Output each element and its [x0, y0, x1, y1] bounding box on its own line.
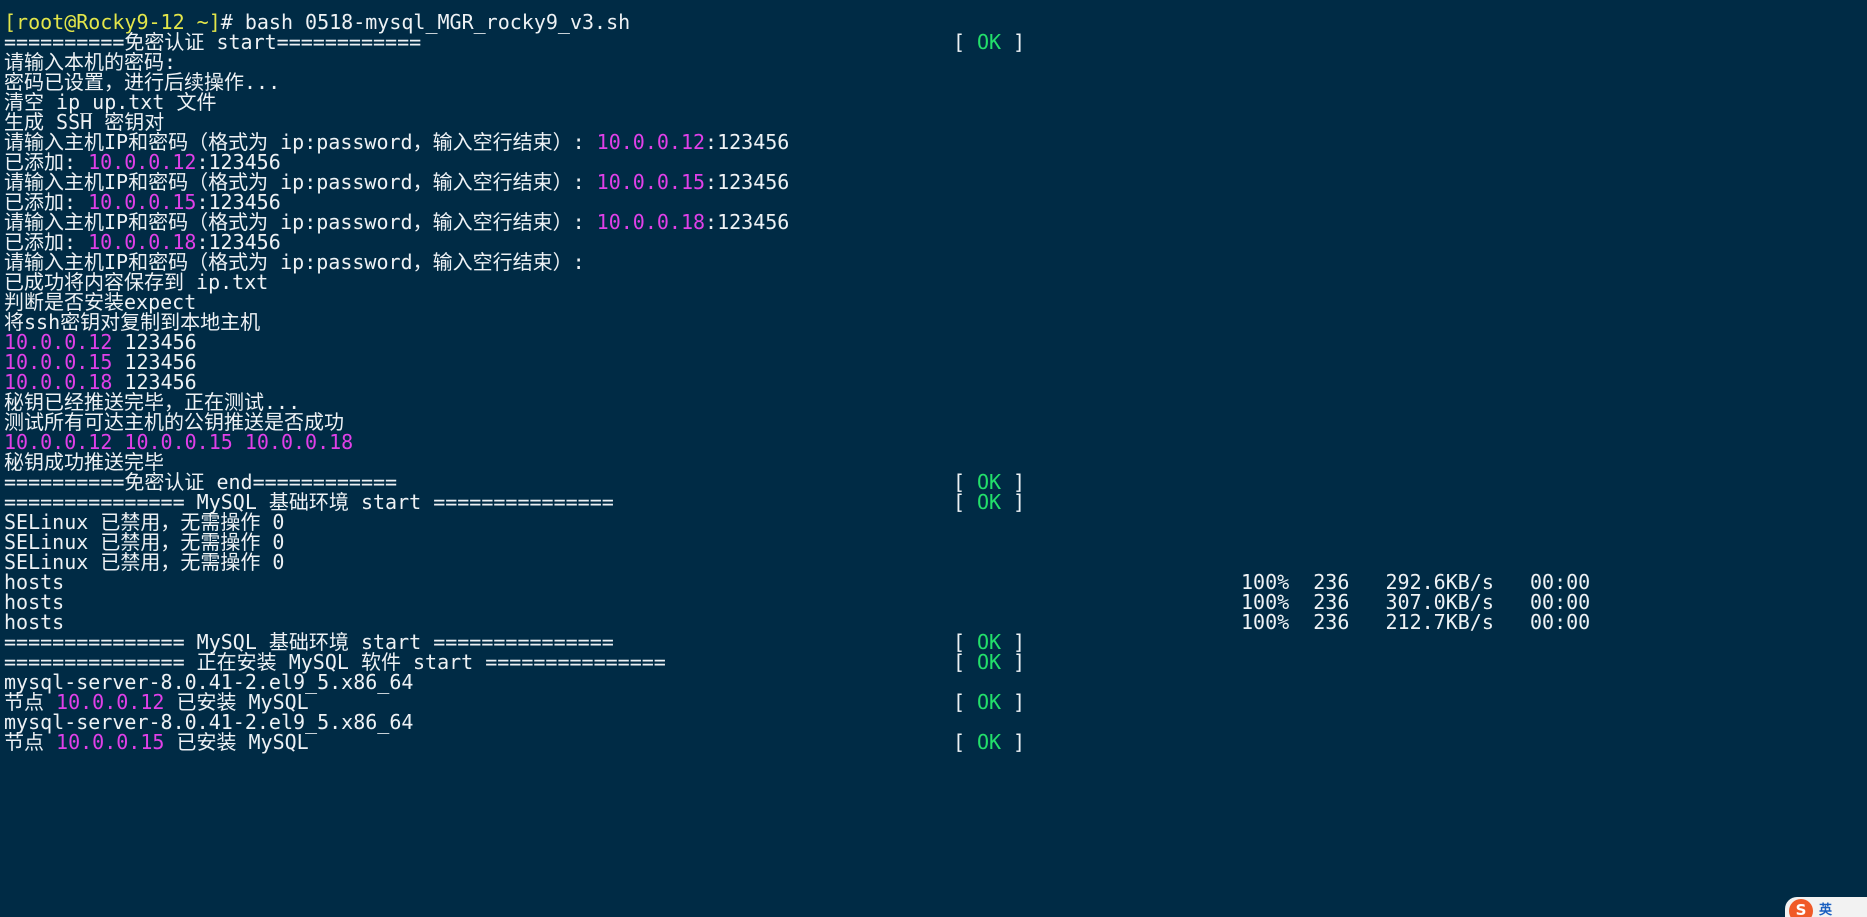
transfer-stats: 100% 236 212.7KB/s 00:00 [1241, 610, 1591, 634]
node-installed-line: 节点 10.0.0.15 已安装 MySQL [4, 730, 309, 754]
status-ok-5: [OK] [953, 650, 1026, 674]
ip-address: 10.0.0.18 [596, 210, 706, 234]
terminal-window[interactable]: [root@Rocky9-12 ~]# bash 0518-mysql_MGR_… [0, 0, 1867, 917]
sogou-logo-icon: S [1789, 899, 1813, 917]
status-ok-6: [OK] [953, 690, 1026, 714]
ip-address: 10.0.0.15 [56, 730, 165, 754]
status-ok-3: [OK] [953, 490, 1026, 514]
ip-address: 10.0.0.12 [596, 130, 706, 154]
ime-indicator[interactable]: S 英 [1785, 897, 1867, 917]
ip-address: 10.0.0.15 [596, 170, 706, 194]
status-ok-7: [OK] [953, 730, 1026, 754]
status-ok-1: [OK] [953, 30, 1026, 54]
ime-language-label: 英 [1819, 903, 1833, 917]
